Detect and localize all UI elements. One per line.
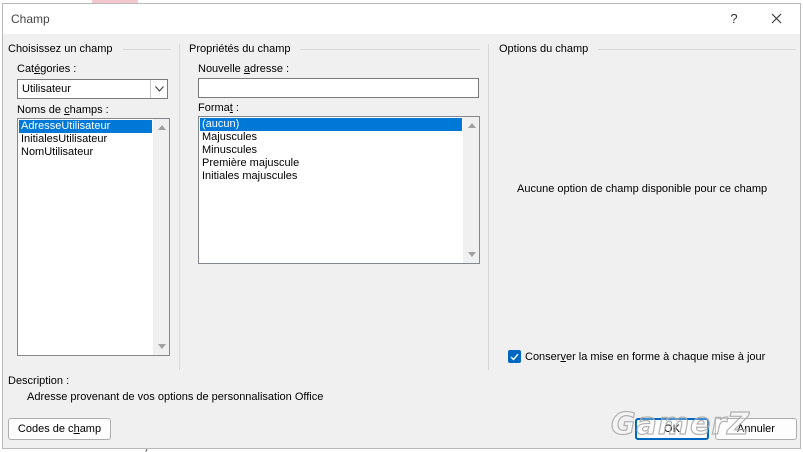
description-label: Description : xyxy=(8,375,70,387)
new-address-input[interactable] xyxy=(198,78,479,98)
list-item[interactable]: NomUtilisateur xyxy=(19,146,152,159)
scroll-up-arrow-icon[interactable] xyxy=(468,123,476,128)
checkmark-icon xyxy=(510,353,519,361)
field-options-section-title: Options du champ xyxy=(499,43,589,55)
watermark-logo: GamerZ xyxy=(610,406,751,442)
field-names-list[interactable]: AdresseUtilisateur InitialesUtilisateur … xyxy=(17,118,170,356)
categories-label: Catégories : xyxy=(17,63,77,75)
list-item[interactable]: Première majuscule xyxy=(200,157,462,170)
field-names-label: Noms de champs : xyxy=(17,104,109,116)
scrollbar[interactable] xyxy=(463,117,479,263)
help-button[interactable]: ? xyxy=(721,8,747,30)
preserve-format-label[interactable]: Conserver la mise en forme à chaque mise… xyxy=(525,351,765,363)
section-divider xyxy=(488,44,489,370)
choose-field-section-title: Choisissez un champ xyxy=(8,43,113,55)
field-dialog: Champ ? Choisissez un champ Catégories :… xyxy=(2,3,801,449)
properties-section-rule xyxy=(300,49,480,50)
dialog-title: Champ xyxy=(11,12,50,26)
scroll-down-arrow-icon[interactable] xyxy=(158,344,166,349)
title-bar: Champ ? xyxy=(3,4,800,34)
scroll-down-arrow-icon[interactable] xyxy=(468,252,476,257)
list-item[interactable]: Minuscules xyxy=(200,144,462,157)
list-item[interactable]: AdresseUtilisateur xyxy=(19,120,152,133)
new-address-label: Nouvelle adresse : xyxy=(198,63,290,75)
close-icon xyxy=(771,13,781,24)
format-list[interactable]: (aucun) Majuscules Minuscules Première m… xyxy=(198,116,480,264)
list-item[interactable]: InitialesUtilisateur xyxy=(19,133,152,146)
no-options-message: Aucune option de champ disponible pour c… xyxy=(517,183,768,195)
list-item[interactable]: Majuscules xyxy=(200,131,462,144)
scrollbar[interactable] xyxy=(153,119,169,355)
scroll-up-arrow-icon[interactable] xyxy=(158,125,166,130)
section-divider xyxy=(179,44,180,370)
categories-dropdown[interactable]: Utilisateur xyxy=(17,79,168,99)
format-label: Format : xyxy=(198,102,239,114)
categories-value: Utilisateur xyxy=(22,83,71,95)
field-properties-section-title: Propriétés du champ xyxy=(189,43,291,55)
choose-section-rule xyxy=(123,49,171,50)
preserve-format-checkbox[interactable] xyxy=(508,350,521,363)
list-item[interactable]: (aucun) xyxy=(200,118,462,131)
field-codes-button[interactable]: Codes de champ xyxy=(8,418,111,440)
options-section-rule xyxy=(598,49,796,50)
chevron-down-icon xyxy=(154,86,164,92)
list-item[interactable]: Initiales majuscules xyxy=(200,170,462,183)
close-button[interactable] xyxy=(763,8,789,30)
dropdown-button[interactable] xyxy=(150,80,167,98)
description-text: Adresse provenant de vos options de pers… xyxy=(27,391,324,403)
